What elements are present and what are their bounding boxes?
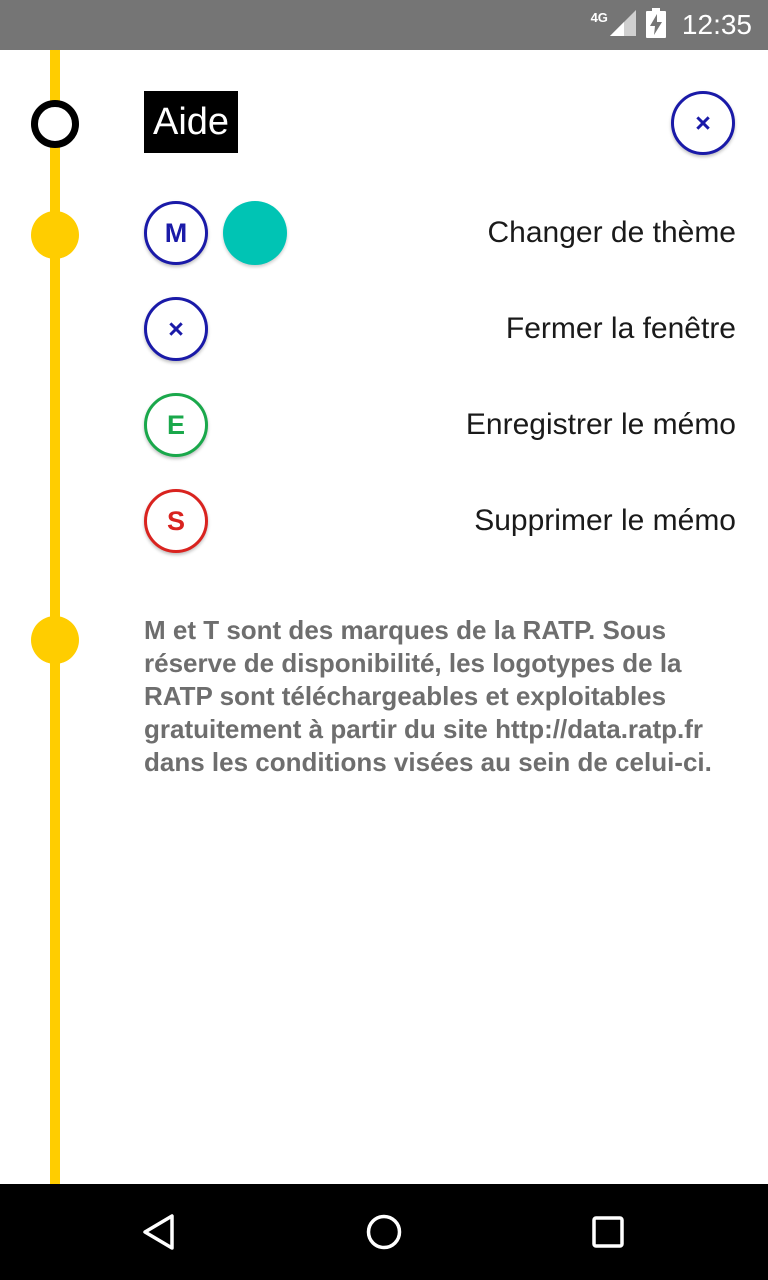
page-title: Aide <box>144 91 239 153</box>
close-button[interactable]: × <box>671 91 735 155</box>
metro-stop <box>31 211 79 259</box>
status-icons: 4G 12:35 <box>591 0 752 50</box>
delete-memo-help-icon: S <box>144 489 208 553</box>
system-nav-bar <box>0 1184 768 1280</box>
delete-memo-label: Supprimer le mémo <box>474 504 736 537</box>
metro-stop <box>31 616 79 664</box>
battery-charging-icon <box>645 7 666 43</box>
close-icon: × <box>168 313 184 344</box>
metro-m-icon: M <box>164 217 188 248</box>
back-triangle-icon <box>143 1214 174 1250</box>
recent-apps-square-icon <box>592 1216 624 1248</box>
theme-color-swatch[interactable] <box>223 201 287 265</box>
back-button[interactable] <box>136 1208 184 1256</box>
save-memo-help-icon: E <box>144 393 208 457</box>
status-clock: 12:35 <box>681 9 752 40</box>
delete-s-icon: S <box>166 505 185 536</box>
save-memo-label: Enregistrer le mémo <box>465 408 736 441</box>
close-icon: × <box>695 107 711 138</box>
change-theme-label: Changer de thème <box>487 216 737 249</box>
home-button[interactable] <box>360 1208 408 1256</box>
metro-stop-current <box>31 100 79 148</box>
theme-m-button[interactable]: M <box>144 201 208 265</box>
network-type: 4G <box>590 9 608 25</box>
legal-notice: M et T sont des marques de la RATP. Sous… <box>144 615 712 777</box>
save-e-icon: E <box>166 409 185 440</box>
help-screen: Aide × M Changer de thème × Fermer la fe… <box>0 50 768 1184</box>
signal-icon <box>609 9 636 41</box>
status-bar: 4G 12:35 <box>0 0 768 50</box>
home-circle-icon <box>366 1214 402 1250</box>
recent-apps-button[interactable] <box>584 1208 632 1256</box>
close-window-help-icon: × <box>144 297 208 361</box>
close-window-label: Fermer la fenêtre <box>505 312 736 345</box>
